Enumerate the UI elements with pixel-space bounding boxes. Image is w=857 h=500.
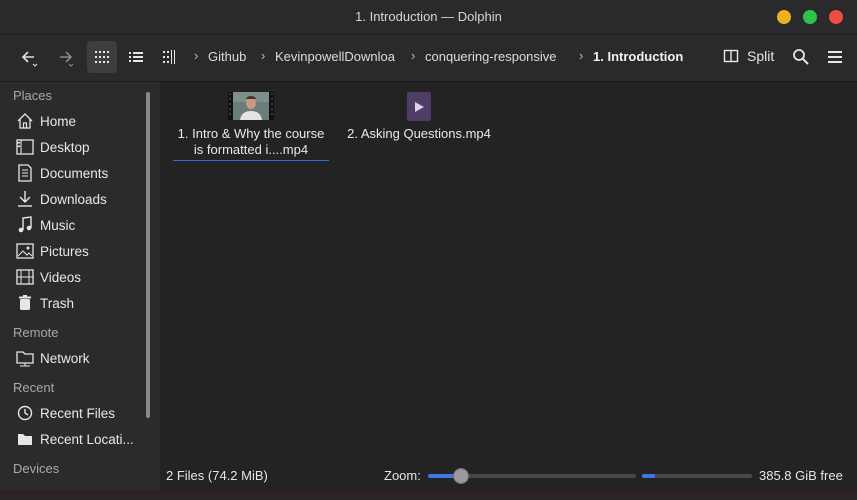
hamburger-icon [828, 51, 842, 63]
sidebar-item-label: Trash [40, 295, 75, 311]
file-view[interactable]: 1. Intro & Why the course is formatted i… [161, 82, 857, 460]
file-name-line-2: is formatted i....mp4 [193, 142, 309, 157]
sidebar-item-label: Desktop [40, 139, 90, 155]
icons-view-button[interactable] [87, 41, 117, 73]
grid-icon [95, 51, 109, 63]
search-icon [793, 49, 809, 65]
folder-icon [14, 428, 36, 450]
zoom-slider[interactable] [428, 468, 636, 484]
disk-space-fill [642, 474, 656, 478]
window-bottom-edge [0, 490, 857, 500]
forward-button[interactable] [48, 41, 82, 73]
document-icon [14, 162, 36, 184]
sidebar-item-pictures[interactable]: Pictures [14, 240, 89, 262]
sidebar-scrollbar[interactable] [146, 92, 150, 418]
status-bar: 2 Files (74.2 MiB) Zoom: 385.8 GiB free [161, 460, 857, 490]
maximize-button[interactable] [803, 10, 817, 24]
breadcrumb-separator-icon: › [261, 48, 266, 63]
sidebar-item-music[interactable]: Music [14, 214, 75, 236]
sidebar-item-videos[interactable]: Videos [14, 266, 81, 288]
split-view-icon [723, 49, 739, 63]
file-item[interactable]: 1. Intro & Why the course is formatted i… [173, 92, 329, 161]
breadcrumb-separator-icon: › [411, 48, 416, 63]
section-recent: Recent [13, 380, 55, 395]
list-icon [129, 52, 143, 62]
home-icon [14, 110, 36, 132]
file-name: 1. Intro & Why the course is formatted i… [173, 126, 329, 161]
close-button[interactable] [829, 10, 843, 24]
sidebar-item-label: Pictures [40, 243, 89, 259]
trash-icon [14, 292, 36, 314]
music-note-icon [14, 214, 36, 236]
search-button[interactable] [789, 41, 813, 73]
free-space: 385.8 GiB free [759, 468, 843, 483]
sidebar-item-trash[interactable]: Trash [14, 292, 74, 314]
sidebar-item-documents[interactable]: Documents [14, 162, 108, 184]
split-button[interactable]: Split [723, 48, 774, 64]
clock-icon [14, 402, 36, 424]
file-item[interactable]: 2. Asking Questions.mp4 [341, 92, 497, 142]
sidebar-item-label: Home [40, 113, 77, 129]
columns-icon [163, 50, 175, 64]
back-button[interactable] [12, 41, 46, 73]
section-places: Places [13, 88, 53, 103]
compact-view-button[interactable] [155, 41, 185, 73]
breadcrumb-separator-icon: › [579, 48, 584, 63]
sidebar-item-label: Music [40, 217, 76, 233]
hamburger-menu-button[interactable] [823, 41, 847, 73]
sidebar-item-label: Downloads [40, 191, 107, 207]
film-icon [14, 266, 36, 288]
back-arrow-icon [21, 51, 38, 67]
file-name-line-1: 1. Intro & Why the course [177, 126, 325, 141]
section-devices: Devices [13, 461, 60, 476]
details-view-button[interactable] [121, 41, 151, 73]
breadcrumb-separator-icon: › [194, 48, 199, 63]
zoom-label: Zoom: [384, 468, 421, 483]
dolphin-window: 1. Introduction — Dolphin › Github › Kev… [0, 0, 857, 500]
toolbar: › Github › KevinpowellDownloa › conqueri… [0, 35, 857, 82]
sidebar-item-home[interactable]: Home [14, 110, 76, 132]
places-sidebar: Places Home Desktop Documents Downloads … [0, 82, 160, 500]
breadcrumb-github[interactable]: Github [208, 49, 246, 64]
network-folder-icon [14, 347, 36, 369]
sidebar-item-label: Documents [40, 165, 109, 181]
desktop-icon [14, 136, 36, 158]
disk-space-bar [642, 474, 752, 478]
breadcrumb-kevinpowell[interactable]: KevinpowellDownloa [275, 49, 401, 64]
sidebar-item-label: Network [40, 350, 90, 366]
breadcrumb-current[interactable]: 1. Introduction [593, 49, 683, 64]
video-thumbnail [228, 92, 274, 120]
sidebar-item-recent-locations[interactable]: Recent Locati... [14, 428, 134, 450]
zoom-slider-handle[interactable] [453, 468, 470, 484]
sidebar-item-label: Videos [40, 269, 82, 285]
title-bar[interactable]: 1. Introduction — Dolphin [0, 0, 857, 35]
forward-arrow-icon [60, 51, 74, 67]
download-icon [14, 188, 36, 210]
sidebar-item-downloads[interactable]: Downloads [14, 188, 107, 210]
picture-icon [14, 240, 36, 262]
breadcrumb-conquering[interactable]: conquering-responsive [425, 49, 565, 64]
section-remote: Remote [13, 325, 59, 340]
window-title: 1. Introduction — Dolphin [355, 9, 502, 24]
file-name: 2. Asking Questions.mp4 [347, 126, 491, 141]
split-label: Split [747, 48, 775, 64]
sidebar-item-network[interactable]: Network [14, 347, 90, 369]
file-count: 2 Files (74.2 MiB) [166, 468, 268, 483]
sidebar-item-label: Recent Files [40, 405, 116, 421]
sidebar-item-label: Recent Locati... [40, 431, 134, 447]
minimize-button[interactable] [777, 10, 791, 24]
video-file-icon [407, 92, 431, 121]
sidebar-item-desktop[interactable]: Desktop [14, 136, 90, 158]
sidebar-item-recent-files[interactable]: Recent Files [14, 402, 115, 424]
